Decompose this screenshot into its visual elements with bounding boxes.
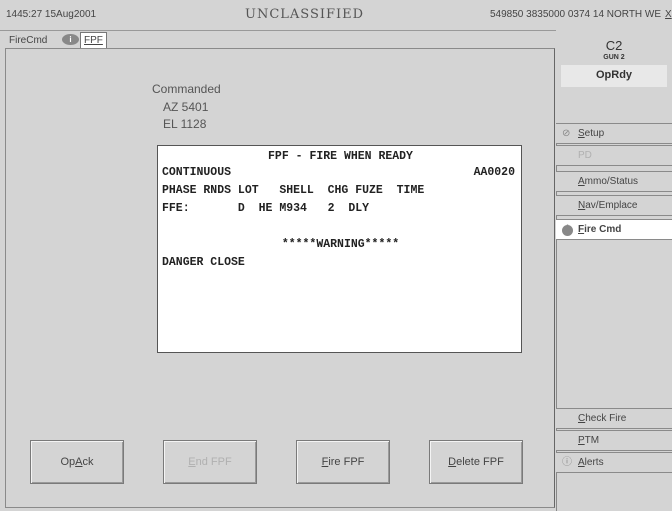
alerts-key: A <box>578 457 585 468</box>
end-fpf-button[interactable]: End FPF <box>163 440 257 484</box>
side-menu-nav-emplace[interactable]: Nav/Emplace <box>556 195 672 216</box>
message-title: FPF - FIRE WHEN READY <box>268 150 413 163</box>
ammo-label: Ammo/Status <box>578 172 638 192</box>
info-icon: i <box>62 34 79 45</box>
tab-fpf[interactable]: FPF <box>80 32 107 49</box>
nav-rest: av/Emplace <box>585 200 638 211</box>
tab-fpf-label: FPF <box>84 35 103 46</box>
side-menu-fire-cmd[interactable]: i Fire Cmd <box>556 219 672 240</box>
op-ack-prefix: Op <box>60 456 76 468</box>
ptm-label: PTM <box>578 431 599 451</box>
setup-label: Setup <box>578 124 604 144</box>
commanded-label: Commanded <box>152 82 221 96</box>
fire-cmd-label: Fire Cmd <box>578 220 621 240</box>
fire-fpf-button[interactable]: Fire FPF <box>296 440 390 484</box>
end-fpf-key: E <box>188 456 196 468</box>
ammo-key: A <box>578 176 585 187</box>
pd-label: PD <box>578 150 592 161</box>
side-menu-check-fire[interactable]: Check Fire <box>556 408 672 429</box>
check-fire-rest: heck Fire <box>585 413 627 424</box>
danger-close-text: DANGER CLOSE <box>162 256 245 269</box>
target-id: AA0020 <box>473 166 515 179</box>
no-entry-icon: ⊘ <box>562 128 571 139</box>
delete-fpf-button[interactable]: Delete FPF <box>429 440 523 484</box>
delete-fpf-rest: elete FPF <box>456 456 504 468</box>
fire-cmd-rest: ire Cmd <box>584 224 622 235</box>
message-ffe-row: FFE: D HE M934 2 DLY <box>162 202 370 215</box>
op-ack-rest: ck <box>82 456 94 468</box>
classification-banner: UNCLASSIFIED <box>245 7 365 22</box>
right-panel: C2 GUN 2 OpRdy ⊘ Setup PD Ammo/Status Na… <box>556 30 672 511</box>
side-menu-ptm[interactable]: PTM <box>556 430 672 451</box>
gun-name: GUN 2 <box>603 54 625 61</box>
op-ack-key: A <box>75 456 83 468</box>
side-menu-ammo-status[interactable]: Ammo/Status <box>556 171 672 192</box>
message-mode: CONTINUOUS <box>162 166 232 179</box>
gun-id: C2 <box>605 38 623 53</box>
status-bar: 1445:27 15Aug2001 UNCLASSIFIED 549850 38… <box>0 0 672 31</box>
tab-firecmd[interactable]: FireCmd <box>6 34 50 48</box>
commanded-elevation: EL 1128 <box>163 117 207 131</box>
close-button[interactable]: X <box>665 9 672 20</box>
end-fpf-rest: nd FPF <box>195 456 232 468</box>
info-icon: i <box>562 225 573 236</box>
message-header-row: PHASE RNDS LOT SHELL CHG FUZE TIME <box>162 184 425 197</box>
operational-status: OpRdy <box>561 65 667 87</box>
alerts-label: Alerts <box>578 453 604 473</box>
warning-banner: *****WARNING***** <box>281 238 400 251</box>
side-menu-alerts[interactable]: ⓘ Alerts <box>556 452 672 473</box>
fire-fpf-key: F <box>321 456 329 468</box>
nav-label: Nav/Emplace <box>578 196 637 216</box>
ammo-rest: mmo/Status <box>584 176 639 187</box>
location-readout: 549850 3835000 0374 14 NORTH WE X <box>490 9 672 20</box>
setup-key: S <box>578 128 585 139</box>
op-ack-button[interactable]: Op Ack <box>30 440 124 484</box>
alert-icon: ⓘ <box>562 457 572 468</box>
ptm-rest: TM <box>584 435 600 446</box>
alerts-rest: lerts <box>584 457 604 468</box>
fire-fpf-rest: ire FPF <box>328 456 365 468</box>
location-text: 549850 3835000 0374 14 NORTH WE <box>490 9 662 20</box>
commanded-azimuth: AZ 5401 <box>163 100 209 114</box>
setup-rest: etup <box>584 128 605 139</box>
datetime: 1445:27 15Aug2001 <box>6 9 97 20</box>
fire-message-box: FPF - FIRE WHEN READY CONTINUOUS AA0020 … <box>157 145 522 353</box>
ptm-key: P <box>578 435 585 446</box>
check-fire-label: Check Fire <box>578 409 626 429</box>
side-menu-setup[interactable]: ⊘ Setup <box>556 123 672 144</box>
delete-fpf-key: D <box>448 456 457 468</box>
side-menu-pd[interactable]: PD <box>556 145 672 166</box>
screen: 1445:27 15Aug2001 UNCLASSIFIED 549850 38… <box>0 0 672 511</box>
